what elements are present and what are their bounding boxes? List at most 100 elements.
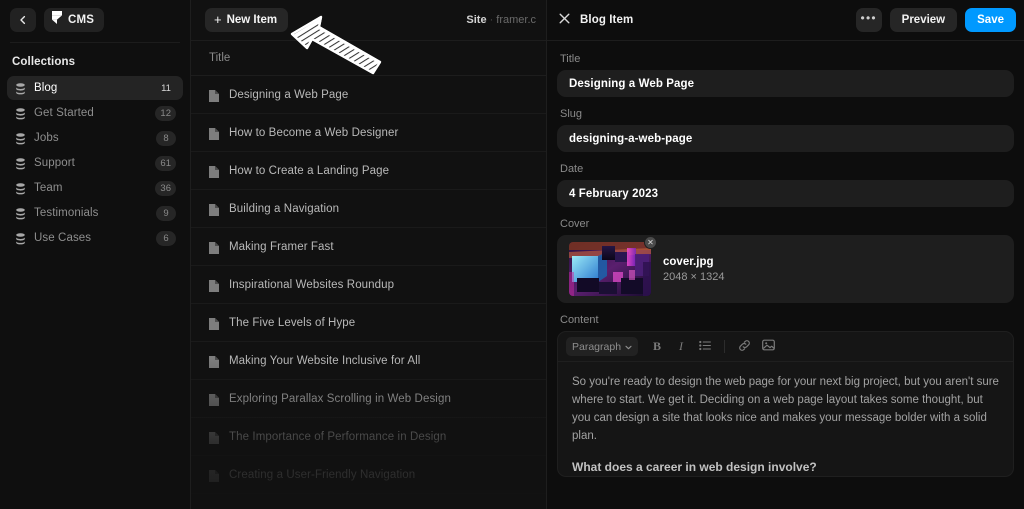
list-item-title: The Five Levels of Hype <box>229 316 356 329</box>
sidebar-item-label: Use Cases <box>34 232 92 244</box>
link-icon <box>738 339 751 355</box>
chevron-left-icon <box>18 15 28 25</box>
collections-heading: Collections <box>12 56 76 68</box>
list-item-title: Exploring Parallax Scrolling in Web Desi… <box>229 392 451 405</box>
document-icon <box>209 127 219 140</box>
list-item-title: Inspirational Websites Roundup <box>229 278 395 291</box>
back-button[interactable] <box>10 8 36 32</box>
database-icon <box>15 107 26 120</box>
sidebar-item-count: 9 <box>156 205 176 221</box>
cms-logo-button[interactable]: CMS <box>44 8 105 32</box>
document-icon <box>209 431 219 444</box>
site-separator: · <box>489 14 494 26</box>
sidebar-item-count: 6 <box>156 230 176 246</box>
document-icon <box>209 241 219 254</box>
document-icon <box>209 317 219 330</box>
cover-field-label: Cover <box>560 218 590 230</box>
sidebar-item-label: Testimonials <box>34 207 99 219</box>
italic-button[interactable]: I <box>671 337 691 357</box>
remove-circle-icon[interactable]: ✕ <box>644 236 657 249</box>
sidebar-item-label: Blog <box>34 82 58 94</box>
list-rows: Designing a Web Page How to Become a Web … <box>191 76 546 494</box>
database-icon <box>15 182 26 195</box>
column-header-title: Title <box>209 52 231 64</box>
document-icon <box>209 355 219 368</box>
document-icon <box>209 203 219 216</box>
chevron-down-icon <box>625 341 632 353</box>
list-item-title: Making Framer Fast <box>229 240 334 253</box>
framer-logo-icon <box>52 11 62 29</box>
document-icon <box>209 393 219 406</box>
site-info[interactable]: Site · framer.c <box>466 14 538 26</box>
list-item-title: Designing a Web Page <box>229 88 349 101</box>
list-item[interactable]: Building a Navigation <box>191 190 546 228</box>
list-item[interactable]: The Importance of Performance in Design <box>191 418 546 456</box>
new-item-button[interactable]: + New Item <box>205 8 289 32</box>
cover-filename: cover.jpg <box>663 255 714 268</box>
save-button[interactable]: Save <box>965 8 1016 32</box>
close-x-icon[interactable] <box>559 11 570 29</box>
detail-form: Title Designing a Web Page Slug designin… <box>547 41 1024 477</box>
sidebar-item-support[interactable]: Support 61 <box>7 151 183 175</box>
more-options-button[interactable]: ••• <box>855 8 882 32</box>
bullet-list-button[interactable] <box>695 337 715 357</box>
sidebar: CMS Collections Blog 11 Get Started 12 Jobs 8… <box>0 0 191 509</box>
bold-button[interactable]: B <box>647 337 667 357</box>
bullet-list-icon <box>699 340 711 354</box>
list-item[interactable]: Exploring Parallax Scrolling in Web Desi… <box>191 380 546 418</box>
collections-list: Blog 11 Get Started 12 Jobs 8 Support 61 Team 36 T… <box>0 76 190 250</box>
date-field-label: Date <box>560 163 584 175</box>
sidebar-item-get-started[interactable]: Get Started 12 <box>7 101 183 125</box>
sidebar-item-testimonials[interactable]: Testimonials 9 <box>7 201 183 225</box>
detail-toolbar-right: ••• Preview Save <box>855 8 1016 32</box>
sidebar-item-count: 11 <box>161 82 171 94</box>
title-input[interactable]: Designing a Web Page <box>557 70 1014 97</box>
database-icon <box>15 132 26 145</box>
list-item[interactable]: Inspirational Websites Roundup <box>191 266 546 304</box>
list-item[interactable]: Designing a Web Page <box>191 76 546 114</box>
slug-input[interactable]: designing-a-web-page <box>557 125 1014 152</box>
sidebar-item-team[interactable]: Team 36 <box>7 176 183 200</box>
list-item-title: Making Your Website Inclusive for All <box>229 354 421 367</box>
sidebar-item-use-cases[interactable]: Use Cases 6 <box>7 226 183 250</box>
sidebar-item-jobs[interactable]: Jobs 8 <box>7 126 183 150</box>
document-icon <box>209 165 219 178</box>
cover-asset[interactable]: ✕ cover.jpg 2048 × 1324 <box>557 235 1014 303</box>
database-icon <box>15 207 26 220</box>
link-button[interactable] <box>734 337 754 357</box>
date-input[interactable]: 4 February 2023 <box>557 180 1014 207</box>
insert-image-button[interactable] <box>758 337 778 357</box>
list-item[interactable]: Making Framer Fast <box>191 228 546 266</box>
sidebar-item-count: 61 <box>155 155 176 171</box>
document-icon <box>209 469 219 482</box>
cms-window: CMS Collections Blog 11 Get Started 12 Jobs 8… <box>0 0 1024 509</box>
ellipsis-icon: ••• <box>860 11 877 25</box>
image-icon <box>761 339 775 354</box>
list-item[interactable]: How to Create a Landing Page <box>191 152 546 190</box>
document-icon <box>209 279 219 292</box>
toolbar-separator <box>724 340 726 353</box>
sidebar-item-label: Support <box>34 157 75 169</box>
list-item[interactable]: How to Become a Web Designer <box>191 114 546 152</box>
slug-field-label: Slug <box>560 108 583 120</box>
database-icon <box>15 157 26 170</box>
sidebar-item-blog[interactable]: Blog 11 <box>7 76 183 100</box>
site-label: Site <box>466 14 487 26</box>
list-item[interactable]: The Five Levels of Hype <box>191 304 546 342</box>
sidebar-item-count: 12 <box>155 105 176 121</box>
editor-toolbar: Paragraph B I <box>558 332 1013 362</box>
list-item[interactable]: Making Your Website Inclusive for All <box>191 342 546 380</box>
cover-thumbnail-wrap: ✕ <box>569 236 657 296</box>
content-text[interactable]: So you're ready to design the web page f… <box>558 362 1013 476</box>
list-item[interactable]: Creating a User-Friendly Navigation <box>191 456 546 494</box>
content-editor: Paragraph B I So you're ready to design … <box>557 331 1014 477</box>
list-column-header: Title <box>191 40 546 76</box>
list-item-title: How to Create a Landing Page <box>229 164 390 177</box>
sidebar-item-label: Team <box>34 182 63 194</box>
preview-button[interactable]: Preview <box>889 8 958 32</box>
item-detail-panel: Blog Item ••• Preview Save Title Designi… <box>547 0 1024 509</box>
paragraph-style-select[interactable]: Paragraph <box>566 337 639 356</box>
cover-dimensions: 2048 × 1324 <box>663 270 725 283</box>
plus-icon: + <box>214 12 222 27</box>
sidebar-item-label: Jobs <box>34 132 59 144</box>
